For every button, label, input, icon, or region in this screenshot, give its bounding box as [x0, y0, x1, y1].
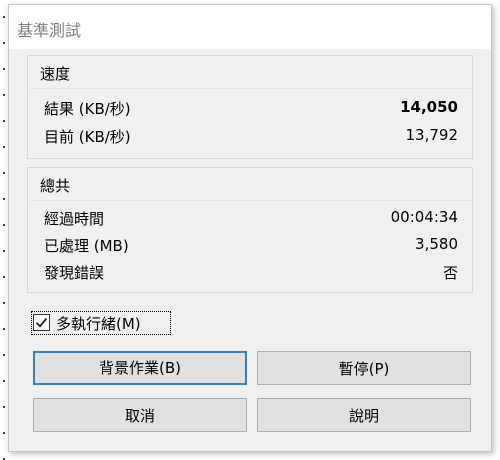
checkmark-icon [35, 317, 48, 328]
processed-row: 已處理 (MB) 3,580 [44, 235, 458, 255]
total-group: 總共 經過時間 00:04:34 已處理 (MB) 3,580 發現錯誤 否 [27, 167, 473, 293]
group-divider [30, 200, 470, 201]
elapsed-time-value: 00:04:34 [390, 208, 458, 226]
window-title: 基準測試 [17, 21, 82, 40]
errors-row: 發現錯誤 否 [44, 262, 458, 282]
speed-result-label: 結果 (KB/秒) [44, 100, 131, 118]
total-group-title: 總共 [40, 177, 71, 195]
pause-button[interactable]: 暫停(P) [257, 351, 471, 385]
benchmark-dialog: 基準測試 速度 結果 (KB/秒) 14,050 目前 (KB/秒) 13,79… [8, 4, 492, 452]
cancel-button[interactable]: 取消 [33, 398, 247, 432]
speed-current-label: 目前 (KB/秒) [44, 128, 131, 146]
multithread-label: 多執行緒(M) [56, 315, 141, 333]
elapsed-time-label: 經過時間 [44, 210, 105, 228]
speed-result-row: 結果 (KB/秒) 14,050 [44, 98, 458, 118]
checkbox-box[interactable] [33, 314, 50, 331]
speed-result-value: 14,050 [400, 98, 458, 116]
speed-group-title: 速度 [40, 65, 71, 83]
help-button[interactable]: 說明 [257, 398, 471, 432]
speed-group: 速度 結果 (KB/秒) 14,050 目前 (KB/秒) 13,792 [27, 55, 473, 159]
background-dotted-edge [0, 0, 8, 460]
multithread-checkbox[interactable]: 多執行緒(M) [31, 311, 171, 335]
title-bar[interactable]: 基準測試 [9, 5, 491, 49]
processed-value: 3,580 [415, 235, 458, 253]
group-divider [30, 88, 470, 89]
speed-current-value: 13,792 [405, 126, 459, 144]
errors-value: 否 [442, 264, 458, 282]
elapsed-time-row: 經過時間 00:04:34 [44, 208, 458, 228]
errors-label: 發現錯誤 [44, 264, 105, 282]
speed-current-row: 目前 (KB/秒) 13,792 [44, 126, 458, 146]
processed-label: 已處理 (MB) [44, 237, 129, 255]
background-button[interactable]: 背景作業(B) [33, 351, 247, 385]
